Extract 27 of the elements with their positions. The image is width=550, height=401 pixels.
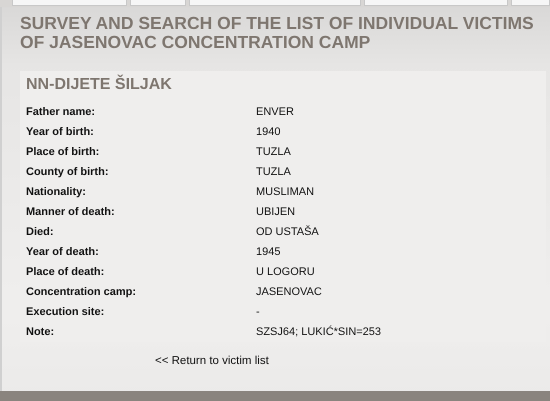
field-value: U LOGORU (256, 266, 315, 278)
field-label: County of birth: (26, 166, 110, 178)
field-value: TUZLA (256, 166, 291, 178)
field-value: - (256, 306, 260, 318)
field-label: Father name: (26, 106, 96, 118)
field-label: Year of birth: (26, 126, 95, 138)
field-label: Died: (26, 226, 54, 238)
field-label: Concentration camp: (26, 286, 138, 298)
field-value: 1945 (256, 246, 280, 258)
field-value: TUZLA (256, 146, 291, 158)
field-label: Place of birth: (26, 146, 100, 158)
field-label: Place of death: (26, 266, 106, 278)
field-value: 1940 (256, 126, 280, 138)
field-value: UBIJEN (256, 206, 296, 218)
field-value: OD USTAŠA (256, 226, 319, 238)
field-value: JASENOVAC (256, 286, 322, 298)
field-label: Execution site: (26, 306, 106, 318)
field-label: Note: (26, 326, 56, 338)
field-value: SZSJ64; LUKIĆ*SIN=253 (256, 326, 382, 338)
field-label: Year of death: (26, 246, 100, 258)
field-label: Manner of death: (26, 206, 116, 218)
field-label: Nationality: (26, 186, 87, 198)
field-value: MUSLIMAN (256, 186, 314, 198)
victim-name: NN-DIJETE ŠILJAK (26, 74, 173, 95)
page-title: SURVEY AND SEARCH OF THE LIST OF INDIVIDUAL VICTIMS OF JASENOVAC CONCENTRATION CAMP (20, 14, 535, 54)
return-link[interactable]: << Return to victim list (155, 355, 269, 367)
field-value: ENVER (256, 106, 294, 118)
